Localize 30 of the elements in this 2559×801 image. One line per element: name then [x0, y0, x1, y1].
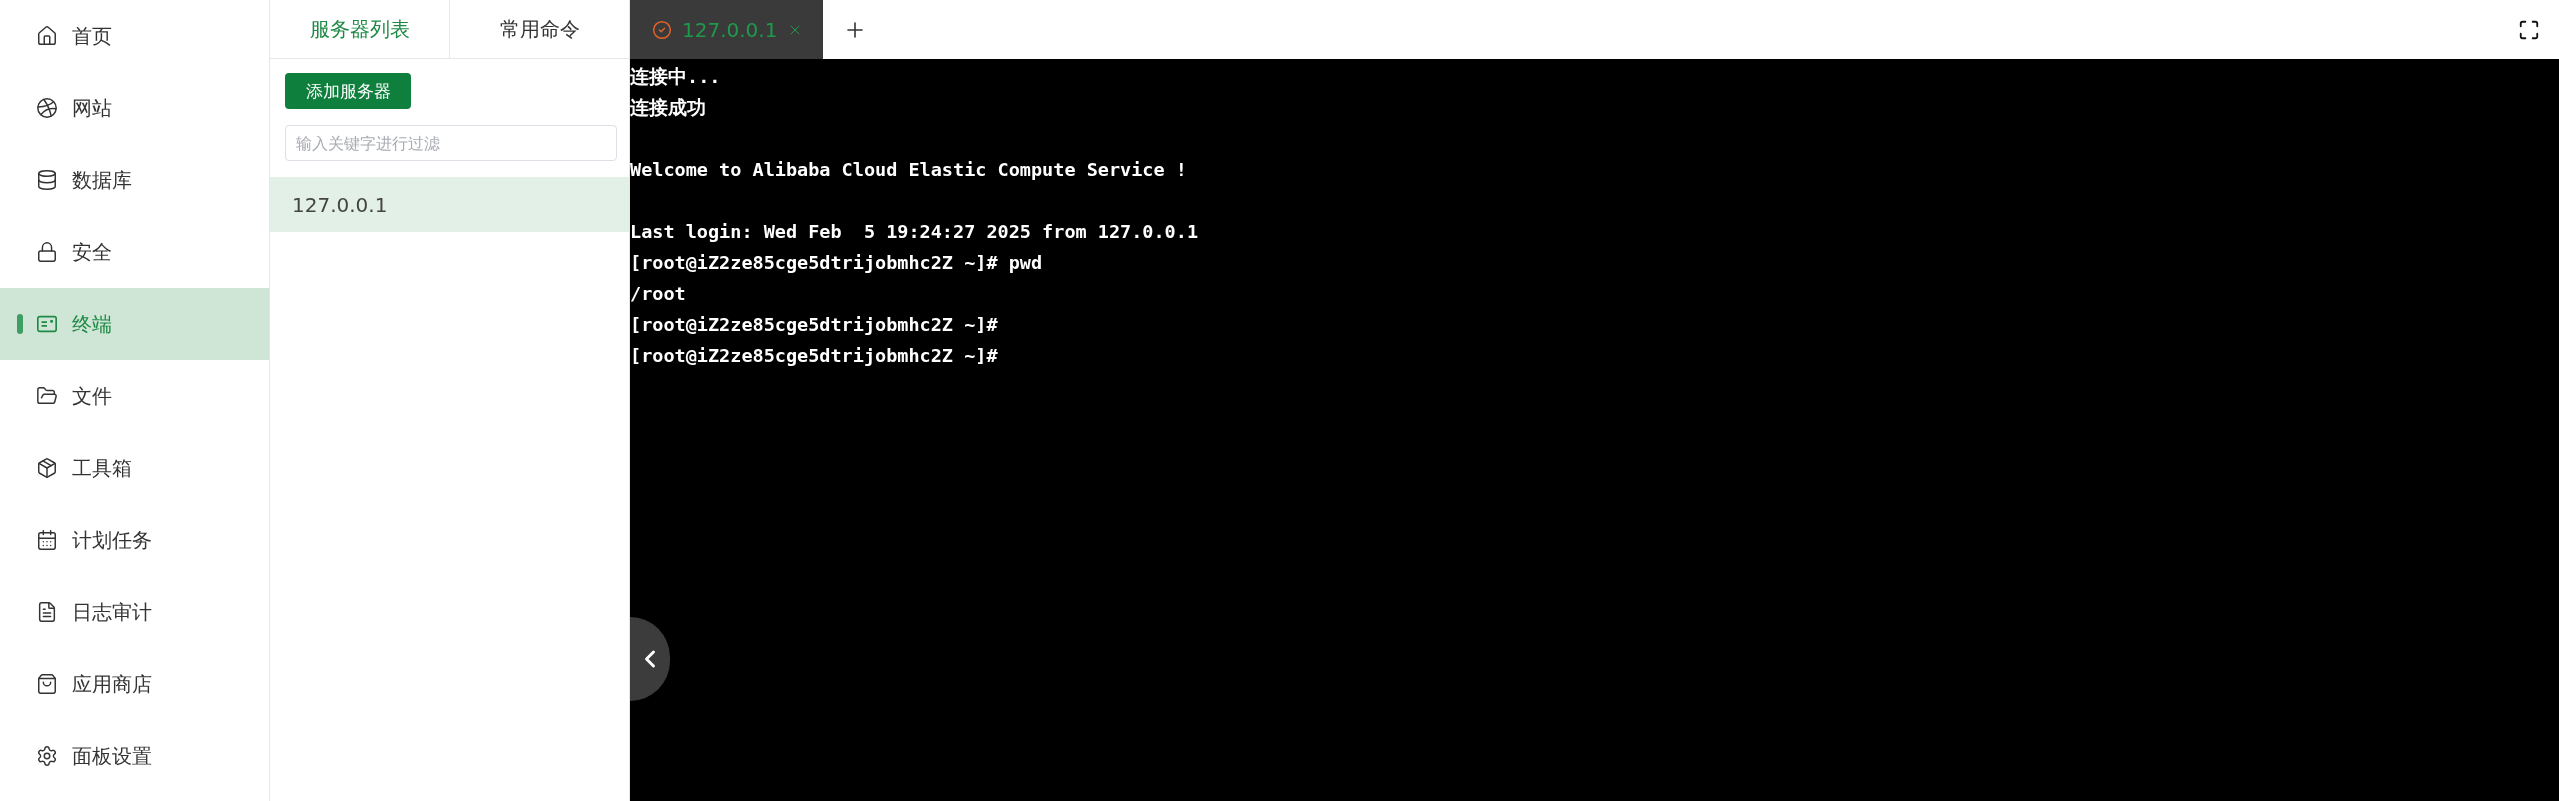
server-item[interactable]: 127.0.0.1	[270, 177, 629, 232]
folder-icon	[36, 385, 58, 407]
settings-icon	[36, 745, 58, 767]
sidebar-item[interactable]: 安全	[0, 216, 269, 288]
panel-tab[interactable]: 服务器列表	[270, 0, 449, 58]
tab-label: 127.0.0.1	[682, 17, 778, 42]
document-icon	[36, 601, 58, 623]
sidebar-item[interactable]: 面板设置	[0, 720, 269, 792]
sidebar-item[interactable]: 文件	[0, 360, 269, 432]
sidebar-item[interactable]: 应用商店	[0, 648, 269, 720]
lock-icon	[36, 241, 58, 263]
active-indicator	[17, 314, 23, 334]
fullscreen-icon	[2518, 18, 2540, 41]
calendar-icon	[36, 529, 58, 551]
home-icon	[36, 25, 58, 47]
sidebar-item[interactable]: 工具箱	[0, 432, 269, 504]
bag-icon	[36, 673, 58, 695]
sidebar-item[interactable]: 日志审计	[0, 576, 269, 648]
add-server-button[interactable]: 添加服务器	[285, 73, 411, 109]
sidebar-item[interactable]: 网站	[0, 72, 269, 144]
database-icon	[36, 169, 58, 191]
terminal-output: 连接中... 连接成功 Welcome to Alibaba Cloud Elastic Compute Service ! Last login: Wed Feb 5 19:24:27 2025 from 127.0.0.1 [root@iZ2ze85cge5dtrijobmhc2Z ~]# pwd /root [root@iZ2ze85cge5dtrijobmhc2Z ~]# [root@iZ2ze85cge5dtrijobmhc2Z ~]#	[630, 65, 1199, 368]
card-icon	[36, 313, 58, 335]
filter-field[interactable]: 输入关键字进行过滤	[285, 125, 617, 161]
sidebar-item[interactable]: 计划任务	[0, 504, 269, 576]
panel-tab[interactable]: 常用命令	[449, 0, 629, 58]
sidebar-item[interactable]: 数据库	[0, 144, 269, 216]
ball-icon	[36, 97, 58, 119]
sidebar-item[interactable]: 首页	[0, 0, 269, 72]
box-icon	[36, 457, 58, 479]
